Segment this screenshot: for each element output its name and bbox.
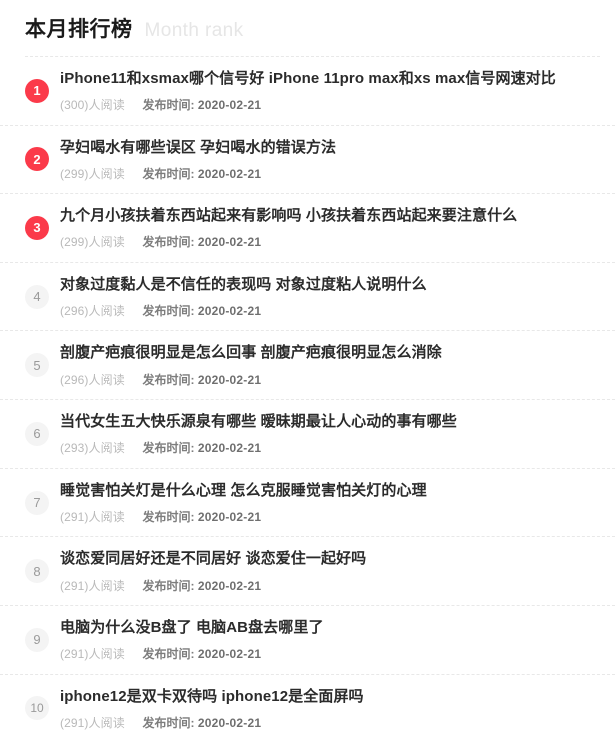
- view-count: (299)人阅读: [60, 235, 125, 250]
- rank-badge: 7: [25, 490, 49, 515]
- list-item-body: 对象过度黏人是不信任的表现吗 对象过度粘人说明什么 (296)人阅读 发布时间:…: [60, 275, 600, 319]
- list-item-body: 谈恋爱同居好还是不同居好 谈恋爱住一起好吗 (291)人阅读 发布时间: 202…: [60, 549, 600, 593]
- publish-time-label: 发布时间:: [142, 98, 195, 113]
- list-item-meta: (291)人阅读 发布时间: 2020-02-21: [60, 647, 600, 661]
- publish-time-value: 2020-02-21: [197, 372, 262, 387]
- list-item-title[interactable]: 九个月小孩扶着东西站起来有影响吗 小孩扶着东西站起来要注意什么: [60, 206, 600, 226]
- list-item-2[interactable]: 2 孕妇喝水有哪些误区 孕妇喝水的错误方法 (299)人阅读 发布时间: 202…: [0, 126, 615, 195]
- view-count: (296)人阅读: [60, 304, 125, 319]
- list-item-title[interactable]: 剖腹产疤痕很明显是怎么回事 剖腹产疤痕很明显怎么消除: [60, 343, 600, 363]
- rank-badge: 4: [25, 284, 49, 309]
- rank-badge: 5: [25, 353, 49, 378]
- list-item-meta: (291)人阅读 发布时间: 2020-02-21: [60, 716, 600, 730]
- rank-badge: 9: [25, 627, 49, 652]
- list-item-title[interactable]: 对象过度黏人是不信任的表现吗 对象过度粘人说明什么: [60, 275, 600, 295]
- rank-badge: 3: [25, 215, 49, 240]
- view-count: (291)人阅读: [60, 715, 125, 730]
- publish-time-value: 2020-02-21: [197, 509, 262, 524]
- list-item-meta: (296)人阅读 发布时间: 2020-02-21: [60, 304, 600, 318]
- list-item-body: iphone12是双卡双待吗 iphone12是全面屏吗 (291)人阅读 发布…: [60, 687, 600, 731]
- view-count: (291)人阅读: [60, 509, 125, 524]
- publish-time-value: 2020-02-21: [197, 304, 262, 319]
- publish-time-label: 发布时间:: [142, 578, 195, 593]
- list-item-meta: (299)人阅读 发布时间: 2020-02-21: [60, 167, 600, 181]
- publish-time-label: 发布时间:: [142, 304, 195, 319]
- list-item-body: 九个月小孩扶着东西站起来有影响吗 小孩扶着东西站起来要注意什么 (299)人阅读…: [60, 206, 600, 250]
- list-item-meta: (293)人阅读 发布时间: 2020-02-21: [60, 441, 600, 455]
- publish-time-value: 2020-02-21: [197, 166, 262, 181]
- list-item-8[interactable]: 8 谈恋爱同居好还是不同居好 谈恋爱住一起好吗 (291)人阅读 发布时间: 2…: [0, 537, 615, 607]
- list-item-meta: (300)人阅读 发布时间: 2020-02-21: [60, 98, 600, 112]
- list-item-body: iPhone11和xsmax哪个信号好 iPhone 11pro max和xs …: [60, 69, 600, 113]
- rank-badge: 8: [25, 559, 49, 584]
- list-item-10[interactable]: 10 iphone12是双卡双待吗 iphone12是全面屏吗 (291)人阅读…: [0, 675, 615, 742]
- list-item-1[interactable]: 1 iPhone11和xsmax哪个信号好 iPhone 11pro max和x…: [0, 57, 615, 126]
- view-count: (293)人阅读: [60, 441, 125, 456]
- page-title: 本月排行榜: [25, 18, 133, 41]
- list-item-4[interactable]: 4 对象过度黏人是不信任的表现吗 对象过度粘人说明什么 (296)人阅读 发布时…: [0, 263, 615, 332]
- rank-badge: 10: [25, 696, 49, 721]
- view-count: (299)人阅读: [60, 166, 125, 181]
- publish-time-value: 2020-02-21: [197, 578, 262, 593]
- publish-time-label: 发布时间:: [142, 372, 195, 387]
- list-item-title[interactable]: 电脑为什么没B盘了 电脑AB盘去哪里了: [60, 618, 600, 638]
- list-item-meta: (299)人阅读 发布时间: 2020-02-21: [60, 235, 600, 249]
- list-item-title[interactable]: iphone12是双卡双待吗 iphone12是全面屏吗: [60, 687, 600, 707]
- list-item-body: 剖腹产疤痕很明显是怎么回事 剖腹产疤痕很明显怎么消除 (296)人阅读 发布时间…: [60, 343, 600, 387]
- panel-header: 本月排行榜 Month rank: [0, 0, 615, 56]
- list-item-3[interactable]: 3 九个月小孩扶着东西站起来有影响吗 小孩扶着东西站起来要注意什么 (299)人…: [0, 194, 615, 263]
- rank-list: 1 iPhone11和xsmax哪个信号好 iPhone 11pro max和x…: [0, 57, 615, 742]
- list-item-title[interactable]: 谈恋爱同居好还是不同居好 谈恋爱住一起好吗: [60, 549, 600, 569]
- publish-time-value: 2020-02-21: [197, 235, 262, 250]
- list-item-5[interactable]: 5 剖腹产疤痕很明显是怎么回事 剖腹产疤痕很明显怎么消除 (296)人阅读 发布…: [0, 331, 615, 401]
- rank-badge: 1: [25, 78, 49, 103]
- list-item-meta: (291)人阅读 发布时间: 2020-02-21: [60, 510, 600, 524]
- rank-badge: 2: [25, 147, 49, 172]
- publish-time-label: 发布时间:: [142, 166, 195, 181]
- list-item-body: 当代女生五大快乐源泉有哪些 暧昧期最让人心动的事有哪些 (293)人阅读 发布时…: [60, 412, 600, 456]
- list-item-body: 孕妇喝水有哪些误区 孕妇喝水的错误方法 (299)人阅读 发布时间: 2020-…: [60, 138, 600, 182]
- list-item-body: 睡觉害怕关灯是什么心理 怎么克服睡觉害怕关灯的心理 (291)人阅读 发布时间:…: [60, 481, 600, 525]
- view-count: (296)人阅读: [60, 372, 125, 387]
- publish-time-value: 2020-02-21: [197, 441, 262, 456]
- month-rank-panel: 本月排行榜 Month rank 1 iPhone11和xsmax哪个信号好 i…: [0, 0, 615, 742]
- publish-time-label: 发布时间:: [142, 715, 195, 730]
- list-item-title[interactable]: 当代女生五大快乐源泉有哪些 暧昧期最让人心动的事有哪些: [60, 412, 600, 432]
- list-item-meta: (296)人阅读 发布时间: 2020-02-21: [60, 373, 600, 387]
- publish-time-value: 2020-02-21: [197, 715, 262, 730]
- list-item-title[interactable]: 睡觉害怕关灯是什么心理 怎么克服睡觉害怕关灯的心理: [60, 481, 600, 501]
- publish-time-value: 2020-02-21: [197, 647, 262, 662]
- page-subtitle: Month rank: [144, 20, 244, 41]
- list-item-9[interactable]: 9 电脑为什么没B盘了 电脑AB盘去哪里了 (291)人阅读 发布时间: 202…: [0, 606, 615, 675]
- view-count: (291)人阅读: [60, 647, 125, 662]
- view-count: (291)人阅读: [60, 578, 125, 593]
- publish-time-value: 2020-02-21: [197, 98, 262, 113]
- publish-time-label: 发布时间:: [142, 509, 195, 524]
- view-count: (300)人阅读: [60, 98, 125, 113]
- publish-time-label: 发布时间:: [142, 235, 195, 250]
- list-item-body: 电脑为什么没B盘了 电脑AB盘去哪里了 (291)人阅读 发布时间: 2020-…: [60, 618, 600, 662]
- publish-time-label: 发布时间:: [142, 441, 195, 456]
- list-item-meta: (291)人阅读 发布时间: 2020-02-21: [60, 579, 600, 593]
- rank-badge: 6: [25, 421, 49, 446]
- list-item-7[interactable]: 7 睡觉害怕关灯是什么心理 怎么克服睡觉害怕关灯的心理 (291)人阅读 发布时…: [0, 469, 615, 538]
- list-item-title[interactable]: 孕妇喝水有哪些误区 孕妇喝水的错误方法: [60, 138, 600, 158]
- list-item-title[interactable]: iPhone11和xsmax哪个信号好 iPhone 11pro max和xs …: [60, 69, 600, 89]
- list-item-6[interactable]: 6 当代女生五大快乐源泉有哪些 暧昧期最让人心动的事有哪些 (293)人阅读 发…: [0, 400, 615, 469]
- publish-time-label: 发布时间:: [142, 647, 195, 662]
